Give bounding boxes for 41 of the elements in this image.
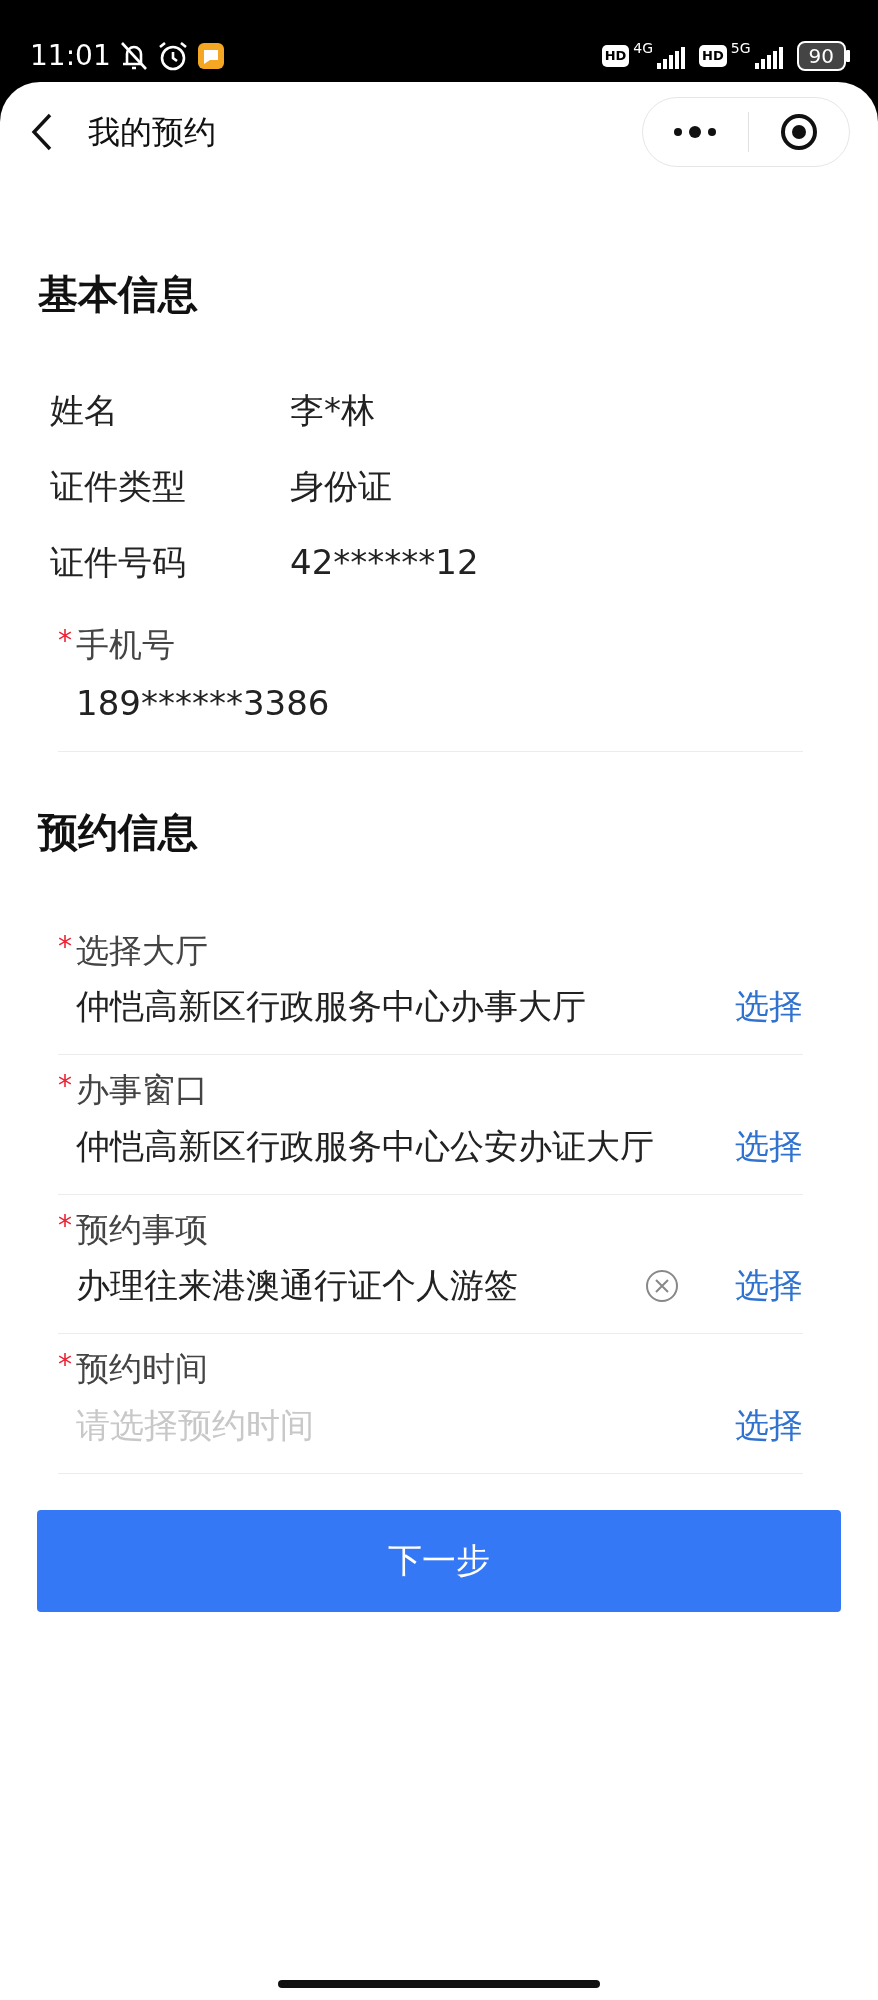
section-title: 基本信息 <box>37 270 199 319</box>
hd-badge: HD <box>699 45 727 67</box>
field-value: 办理往来港澳通行证个人游签 <box>75 1264 518 1307</box>
info-value: 42******12 <box>290 540 479 584</box>
hd-badge: HD <box>601 45 630 67</box>
field-label: 选择大厅 <box>76 929 208 972</box>
info-label: 证件类型 <box>50 464 187 508</box>
network-label: 5G <box>730 41 751 55</box>
battery-tip-icon <box>846 50 850 62</box>
info-label: 姓名 <box>50 388 119 432</box>
info-label: 证件号码 <box>50 540 187 584</box>
bell-off-icon <box>118 40 149 72</box>
required-mark: * <box>58 928 73 965</box>
field-label: 办事窗口 <box>76 1069 208 1111</box>
page-title: 我的预约 <box>88 112 216 153</box>
info-value: 李*林 <box>290 388 375 432</box>
required-mark: * <box>58 1207 73 1244</box>
close-circle-icon[interactable] <box>778 112 819 152</box>
select-link[interactable]: 选择 <box>735 981 803 1032</box>
field-label: 预约时间 <box>76 1348 208 1390</box>
info-value: 身份证 <box>290 464 392 508</box>
required-mark: * <box>58 623 73 659</box>
field-label: 手机号 <box>76 624 175 666</box>
select-link[interactable]: 选择 <box>735 1260 803 1311</box>
notification-app-icon <box>196 42 225 70</box>
section-title: 预约信息 <box>36 807 199 857</box>
required-mark: * <box>58 1347 73 1383</box>
network-label: 4G <box>633 41 654 55</box>
field-label: 预约事项 <box>76 1208 208 1251</box>
select-link[interactable]: 选择 <box>735 1399 803 1451</box>
next-button[interactable]: 下一步 <box>37 1509 841 1612</box>
back-icon[interactable] <box>30 113 54 151</box>
field-value: 189******3386 <box>75 681 331 725</box>
more-icon[interactable] <box>673 125 718 139</box>
field-value: 仲恺高新区行政服务中心办事大厅 <box>75 985 586 1028</box>
field-value: 仲恺高新区行政服务中心公安办证大厅 <box>75 1124 654 1168</box>
required-mark: * <box>58 1068 73 1104</box>
select-link[interactable]: 选择 <box>735 1120 803 1172</box>
battery-level: 90 <box>796 41 846 71</box>
clear-icon[interactable] <box>645 1268 679 1303</box>
status-time: 11:01 <box>30 38 111 74</box>
